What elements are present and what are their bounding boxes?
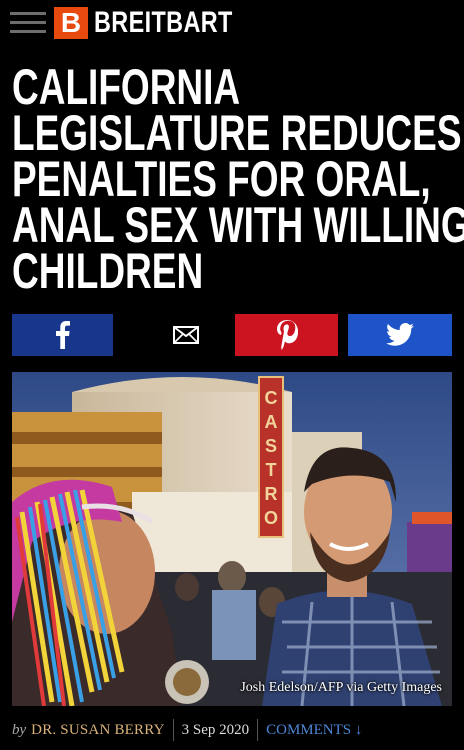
divider bbox=[172, 719, 174, 741]
site-header: B BREITBART bbox=[0, 0, 464, 46]
photo-illustration: CASTRO bbox=[12, 372, 452, 706]
sign-letter: C bbox=[265, 388, 278, 408]
article-photo[interactable]: CASTRO Josh Edelson/AFP via Getty Images bbox=[12, 372, 452, 706]
headline-line: ANAL SEX WITH WILLING bbox=[12, 197, 464, 253]
sign-letter: R bbox=[265, 484, 278, 504]
sign-letter: S bbox=[265, 436, 277, 456]
logo-mark: B bbox=[54, 7, 88, 39]
divider bbox=[257, 719, 259, 741]
headline-line: LEGISLATURE REDUCES bbox=[12, 105, 462, 161]
headline-line: CALIFORNIA bbox=[12, 59, 241, 115]
sign-letter: A bbox=[265, 412, 278, 432]
sign-letter: T bbox=[266, 460, 277, 480]
headline-line: PENALTIES FOR ORAL, bbox=[12, 151, 431, 207]
article-headline: CALIFORNIA LEGISLATURE REDUCES PENALTIES… bbox=[12, 59, 464, 299]
comments-link[interactable]: COMMENTS ↓ bbox=[266, 722, 362, 739]
photo-credit: Josh Edelson/AFP via Getty Images bbox=[240, 680, 442, 695]
sign-letter: O bbox=[264, 508, 278, 528]
pinterest-share-button[interactable] bbox=[235, 314, 338, 356]
twitter-share-button[interactable] bbox=[348, 314, 452, 356]
pinterest-icon bbox=[276, 320, 298, 350]
twitter-bird-icon bbox=[386, 323, 414, 346]
article-byline: by DR. SUSAN BERRY 3 Sep 2020 COMMENTS ↓ bbox=[12, 718, 464, 742]
share-bar bbox=[12, 314, 452, 356]
logo-wordmark: BREITBART bbox=[94, 6, 233, 39]
author-link[interactable]: DR. SUSAN BERRY bbox=[31, 722, 164, 739]
facebook-share-button[interactable] bbox=[12, 314, 113, 356]
facebook-icon bbox=[55, 321, 70, 349]
site-logo[interactable]: B BREITBART bbox=[54, 6, 272, 39]
email-share-button[interactable] bbox=[135, 314, 236, 356]
byline-prefix: by bbox=[12, 721, 27, 738]
publish-date: 3 Sep 2020 bbox=[181, 721, 250, 738]
menu-icon[interactable] bbox=[10, 10, 46, 36]
envelope-icon bbox=[172, 326, 199, 344]
headline-line: CHILDREN bbox=[12, 243, 204, 299]
